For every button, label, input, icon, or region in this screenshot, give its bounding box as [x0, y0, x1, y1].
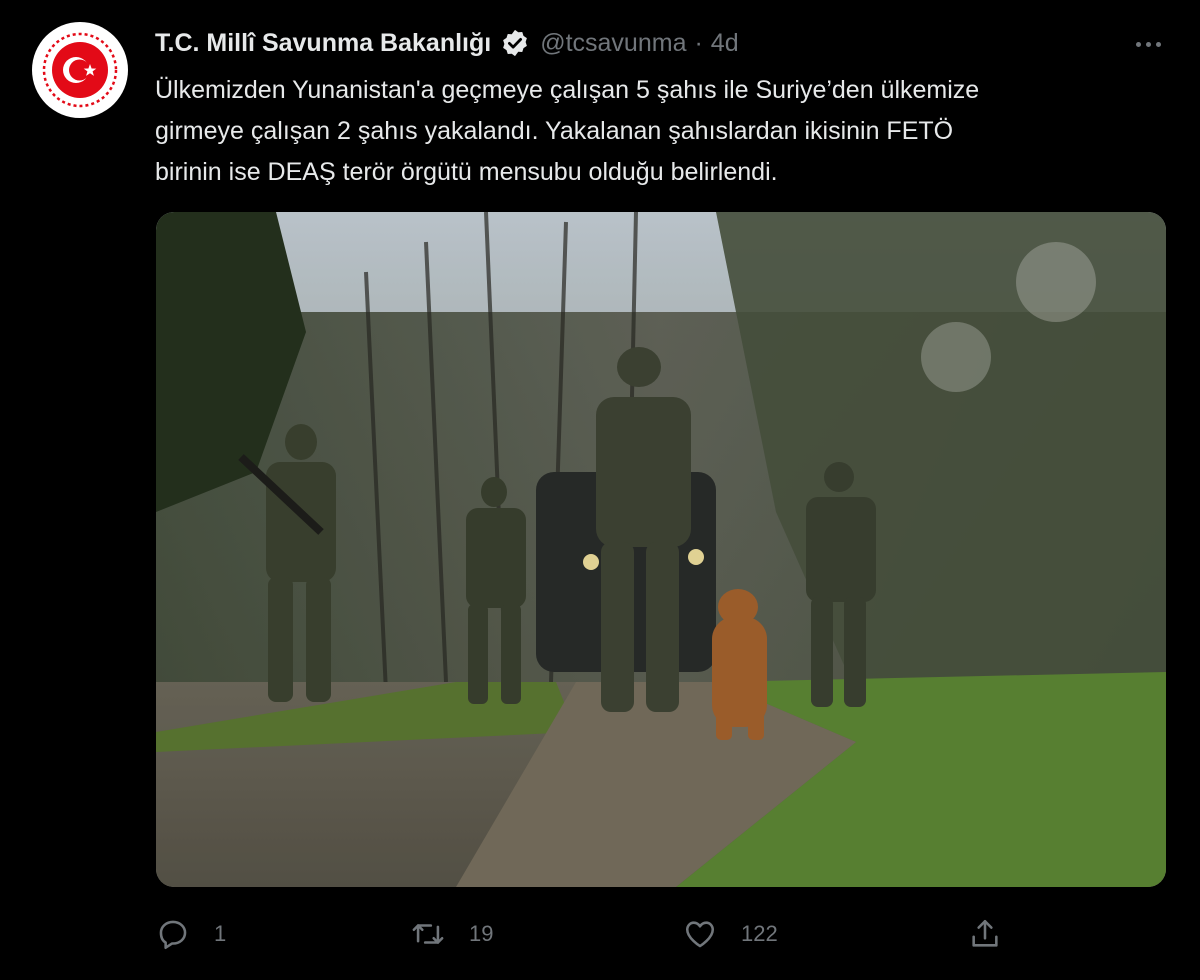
- share-button[interactable]: [968, 912, 1002, 956]
- like-count: 122: [741, 921, 778, 946]
- tweet-text: Ülkemizden Yunanistan'a geçmeye çalışan …: [155, 70, 1155, 193]
- separator-dot: ·: [694, 28, 703, 57]
- tweet-header: T.C. Millî Savunma Bakanlığı @tcsavunma …: [155, 26, 739, 60]
- tweet-actions: 1 19 122: [156, 912, 1006, 956]
- reply-count: 1: [214, 921, 227, 946]
- like-button[interactable]: 122: [683, 912, 778, 956]
- heart-icon: [683, 917, 717, 951]
- verified-badge-icon: [500, 28, 530, 58]
- reply-icon: [156, 917, 190, 951]
- ministry-logo-icon: [36, 26, 124, 114]
- more-dot-icon: [1155, 41, 1161, 47]
- more-dot-icon: [1135, 41, 1141, 47]
- tweet-text-line: girmeye çalışan 2 şahıs yakalandı. Yakal…: [155, 117, 954, 145]
- share-icon: [968, 917, 1002, 951]
- reply-button[interactable]: 1: [156, 912, 226, 956]
- more-dot-icon: [1145, 41, 1151, 47]
- tweet-text-line: birinin ise DEAŞ terör örgütü mensubu ol…: [155, 158, 778, 186]
- more-options-button[interactable]: [1128, 30, 1168, 58]
- tweet-card[interactable]: T.C. Millî Savunma Bakanlığı @tcsavunma …: [0, 0, 1200, 980]
- author-name[interactable]: T.C. Millî Savunma Bakanlığı: [155, 29, 491, 58]
- retweet-count: 19: [469, 921, 494, 946]
- tweet-text-line: Ülkemizden Yunanistan'a geçmeye çalışan …: [155, 76, 980, 104]
- avatar[interactable]: [32, 22, 128, 118]
- author-handle[interactable]: @tcsavunma: [540, 29, 686, 58]
- retweet-icon: [411, 917, 445, 951]
- tweet-photo[interactable]: [156, 212, 1166, 887]
- retweet-button[interactable]: 19: [411, 912, 493, 956]
- tweet-timestamp[interactable]: 4d: [711, 29, 739, 58]
